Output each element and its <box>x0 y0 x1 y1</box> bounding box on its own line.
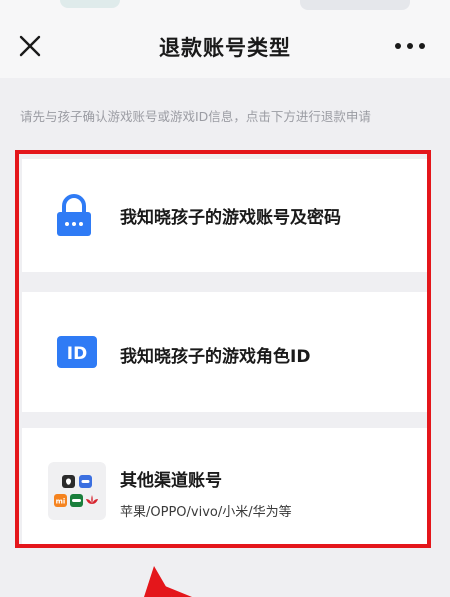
svg-text:ID: ID <box>67 344 87 364</box>
more-horizontal-icon <box>395 43 425 49</box>
id-badge-icon: ID <box>57 336 97 368</box>
option-account-password[interactable]: 我知晓孩子的游戏账号及密码 <box>22 159 428 272</box>
option-other-channel[interactable]: mi 其他渠道账号 苹果/OPPO/vivo/小米/华为等 <box>22 428 428 547</box>
navigation-bar: 退款账号类型 <box>0 14 450 78</box>
option-label: 其他渠道账号 <box>120 471 222 491</box>
pointer-arrow-icon <box>144 566 192 597</box>
close-icon <box>19 35 41 57</box>
option-label: 我知晓孩子的游戏账号及密码 <box>120 208 341 228</box>
status-strip <box>0 0 450 14</box>
option-role-id[interactable]: ID 我知晓孩子的游戏角色ID <box>22 292 428 412</box>
lock-icon <box>57 194 91 236</box>
instruction-text: 请先与孩子确认游戏账号或游戏ID信息，点击下方进行退款申请 <box>20 109 371 124</box>
close-button[interactable] <box>16 32 44 60</box>
option-sublabel: 苹果/OPPO/vivo/小米/华为等 <box>120 505 292 520</box>
app-grid-icon: mi <box>48 462 106 520</box>
option-label: 我知晓孩子的游戏角色ID <box>120 347 311 367</box>
status-decoration <box>60 0 120 8</box>
more-button[interactable] <box>390 32 430 60</box>
svg-text:mi: mi <box>56 498 66 506</box>
page-title: 退款账号类型 <box>159 36 291 60</box>
status-decoration <box>300 0 410 10</box>
